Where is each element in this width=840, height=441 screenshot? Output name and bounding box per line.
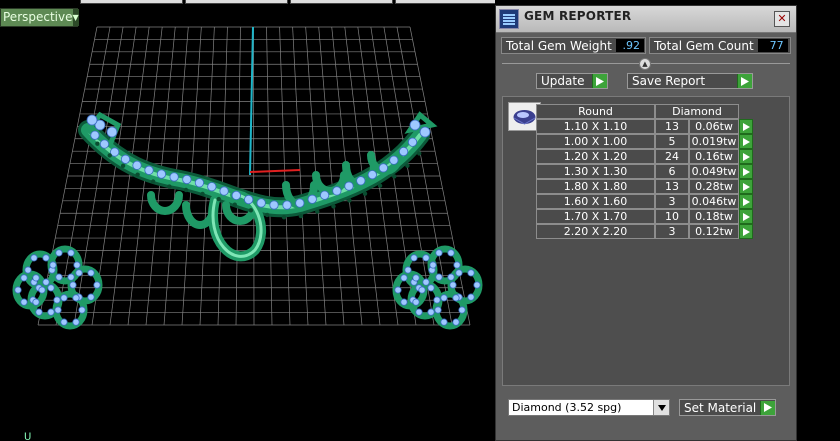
gem-weight-cell: 0.12tw bbox=[689, 224, 739, 239]
gem-reporter-panel: GEM REPORTER ✕ Total Gem Weight .92 Tota… bbox=[495, 5, 797, 441]
viewport-tab[interactable] bbox=[290, 0, 393, 4]
gem-reporter-app-icon bbox=[499, 9, 519, 29]
play-arrow-icon[interactable] bbox=[739, 149, 753, 164]
gem-weight-cell: 0.16tw bbox=[689, 149, 739, 164]
gem-count-cell: 6 bbox=[655, 164, 689, 179]
gem-count-cell: 10 bbox=[655, 209, 689, 224]
jewelry-model[interactable] bbox=[12, 111, 483, 330]
play-arrow-icon[interactable] bbox=[739, 194, 753, 209]
material-select-value: Diamond (3.52 spg) bbox=[512, 401, 622, 414]
play-arrow-icon[interactable] bbox=[739, 119, 753, 134]
play-arrow-icon[interactable] bbox=[739, 164, 753, 179]
gem-count-cell: 13 bbox=[655, 119, 689, 134]
viewport-tab[interactable] bbox=[185, 0, 288, 4]
play-arrow-icon[interactable] bbox=[739, 179, 753, 194]
gem-size-cell: 1.10 X 1.10 bbox=[536, 119, 655, 134]
3d-viewport[interactable]: Perspective ▼ ꓴ bbox=[0, 0, 495, 441]
set-material-button-label: Set Material bbox=[684, 400, 757, 415]
set-material-button[interactable]: Set Material bbox=[679, 399, 776, 416]
gem-weight-cell: 0.049tw bbox=[689, 164, 739, 179]
material-select[interactable]: Diamond (3.52 spg) bbox=[508, 399, 670, 416]
gem-size-cell: 2.20 X 2.20 bbox=[536, 224, 655, 239]
gem-size-cell: 1.60 X 1.60 bbox=[536, 194, 655, 209]
gem-weight-cell: 0.18tw bbox=[689, 209, 739, 224]
gem-size-cell: 1.00 X 1.00 bbox=[536, 134, 655, 149]
total-gem-weight-value: .92 bbox=[615, 39, 644, 52]
view-mode-dropdown[interactable]: Perspective ▼ bbox=[0, 8, 79, 27]
gem-weight-cell: 0.019tw bbox=[689, 134, 739, 149]
play-arrow-icon bbox=[737, 74, 752, 88]
save-report-button[interactable]: Save Report bbox=[627, 73, 753, 89]
gem-size-cell: 1.80 X 1.80 bbox=[536, 179, 655, 194]
gem-count-cell: 5 bbox=[655, 134, 689, 149]
gem-table-area: Round Diamond 1.10 X 1.10 13 0.06tw 1.00 X 1.… bbox=[502, 96, 790, 386]
total-gem-count-value: 77 bbox=[757, 39, 788, 52]
chevron-down-icon[interactable]: ▼ bbox=[72, 9, 79, 26]
splitter-toggle-icon[interactable]: ▲ bbox=[639, 58, 651, 70]
viewport-tab-strip bbox=[80, 0, 495, 4]
update-button-label: Update bbox=[541, 74, 585, 88]
gem-size-cell: 1.70 X 1.70 bbox=[536, 209, 655, 224]
panel-titlebar[interactable]: GEM REPORTER ✕ bbox=[496, 6, 796, 33]
viewport-tab[interactable] bbox=[80, 0, 183, 4]
gem-weight-cell: 0.06tw bbox=[689, 119, 739, 134]
play-arrow-icon[interactable] bbox=[739, 209, 753, 224]
total-gem-weight-field: Total Gem Weight .92 bbox=[501, 37, 646, 54]
chevron-down-icon[interactable] bbox=[653, 400, 669, 415]
viewport-axis-glyph: ꓴ bbox=[24, 432, 32, 441]
play-arrow-icon bbox=[760, 400, 775, 415]
gem-count-cell: 13 bbox=[655, 179, 689, 194]
gem-count-cell: 3 bbox=[655, 194, 689, 209]
close-icon[interactable]: ✕ bbox=[774, 11, 790, 27]
scene-canvas[interactable] bbox=[0, 0, 495, 441]
gem-count-cell: 24 bbox=[655, 149, 689, 164]
gem-size-cell: 1.30 X 1.30 bbox=[536, 164, 655, 179]
x-axis-line bbox=[249, 169, 301, 173]
update-button[interactable]: Update bbox=[536, 73, 608, 89]
view-mode-label: Perspective bbox=[3, 10, 73, 24]
total-gem-weight-label: Total Gem Weight bbox=[506, 38, 612, 53]
play-arrow-icon bbox=[592, 74, 607, 88]
panel-title: GEM REPORTER bbox=[524, 9, 632, 23]
total-gem-count-label: Total Gem Count bbox=[654, 38, 754, 53]
gem-size-cell: 1.20 X 1.20 bbox=[536, 149, 655, 164]
column-header-material: Diamond bbox=[655, 104, 739, 119]
viewport-tab[interactable] bbox=[395, 0, 495, 4]
play-arrow-icon[interactable] bbox=[739, 134, 753, 149]
y-axis-line bbox=[249, 26, 254, 176]
play-arrow-icon[interactable] bbox=[739, 224, 753, 239]
total-gem-count-field: Total Gem Count 77 bbox=[649, 37, 791, 54]
gem-count-cell: 3 bbox=[655, 224, 689, 239]
gem-weight-cell: 0.046tw bbox=[689, 194, 739, 209]
gem-weight-cell: 0.28tw bbox=[689, 179, 739, 194]
column-header-shape: Round bbox=[536, 104, 655, 119]
save-report-button-label: Save Report bbox=[632, 74, 706, 88]
